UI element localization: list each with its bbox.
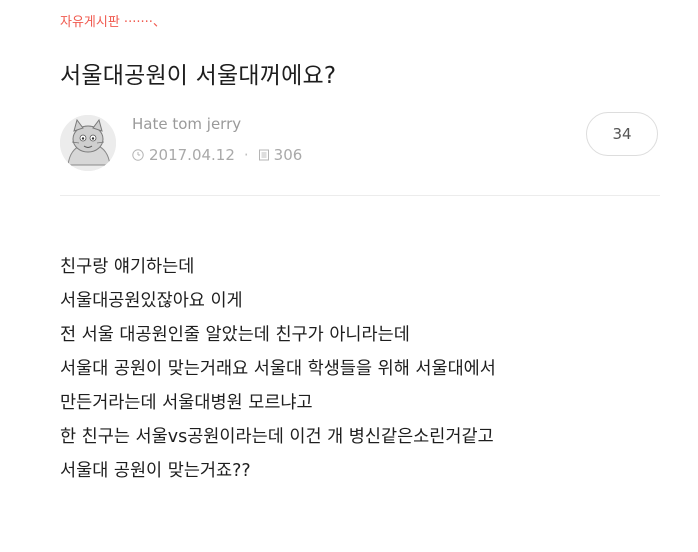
author-avatar[interactable] [60,115,116,171]
author-name[interactable]: Hate tom jerry [132,115,241,133]
post-date: 2017.04.12 [149,146,235,164]
clock-icon [132,149,144,161]
comment-count-button[interactable]: 34 [586,112,658,156]
post-body-line: 전 서울 대공원인줄 알았는데 친구가 아니라는데 [60,325,410,345]
post-body-line: 서울대 공원이 맞는거래요 서울대 학생들을 위해 서울대에서 [60,359,496,379]
view-count: 306 [273,146,303,164]
post-body-line: 만든거라는데 서울대병원 모르냐고 [60,393,313,413]
post-body-line: 친구랑 얘기하는데 [60,257,195,277]
post-body-line: 서울대공원있잖아요 이게 [60,291,243,311]
meta-separator: · [243,146,249,164]
board-category-link[interactable]: 자유게시판 ·······、 [60,11,166,30]
post-title: 서울대공원이 서울대꺼에요? [60,63,337,89]
document-icon [258,149,269,161]
post-meta: 2017.04.12 · 306 [132,146,302,164]
post-body: 친구랑 얘기하는데 서울대공원있잖아요 이게 전 서울 대공원인줄 알았는데 친… [60,250,680,488]
post-body-line: 한 친구는 서울vs공원이라는데 이건 개 병신같은소린거같고 [60,427,494,447]
header-divider [60,195,660,196]
post-body-line: 서울대 공원이 맞는거죠?? [60,461,251,481]
avatar-cartoon-icon [60,115,116,171]
comment-count-label: 34 [612,125,632,143]
